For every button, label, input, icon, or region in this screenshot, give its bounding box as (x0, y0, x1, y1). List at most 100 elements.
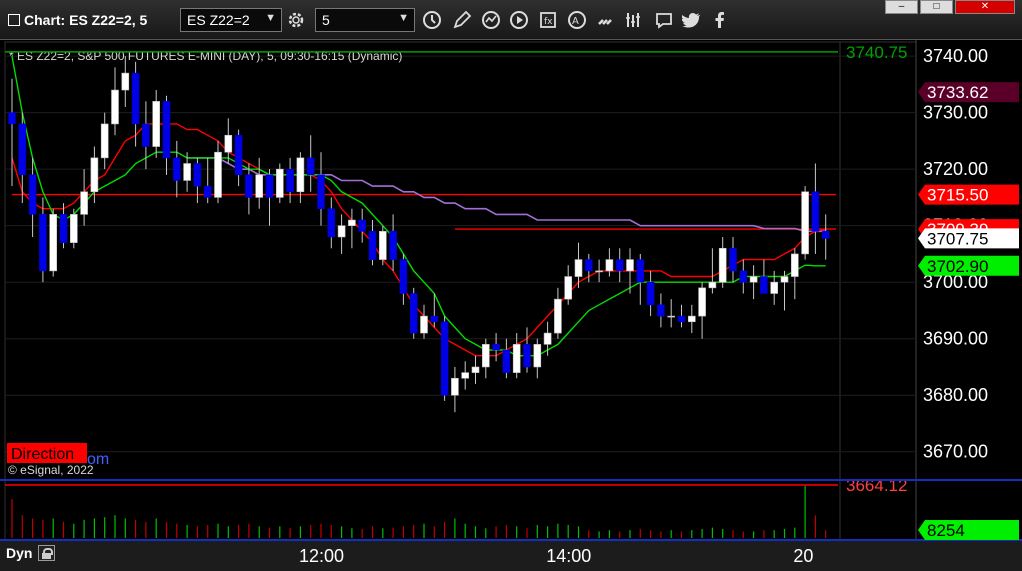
symbol-value: ES Z22=2 (187, 12, 250, 28)
symbol-combo[interactable]: ES Z22=2 ▼ (180, 8, 282, 32)
up-candle (574, 259, 583, 277)
down-candle (440, 321, 449, 396)
down-candle (646, 281, 655, 306)
window-title: Chart: ES Z22=2, 5 (8, 12, 147, 28)
up-candle (337, 225, 346, 238)
close-button[interactable]: ✕ (955, 0, 1015, 14)
price-tag-label: 3733.62 (927, 83, 988, 102)
down-candle (286, 168, 294, 193)
facebook-icon[interactable] (708, 8, 732, 32)
up-candle (481, 344, 490, 368)
up-candle (718, 247, 727, 283)
chart-study-icon[interactable]: fx (536, 8, 560, 32)
down-candle (234, 134, 243, 176)
price-tick-label: 3720.00 (923, 159, 988, 179)
price-tick-label: 3690.00 (923, 329, 988, 349)
down-candle (409, 293, 418, 334)
down-candle (739, 270, 748, 283)
volume-value-label: 8254 (927, 521, 965, 540)
dynamic-mode-label[interactable]: Dyn (6, 545, 32, 561)
down-candle (811, 191, 820, 232)
settings-gear-icon[interactable] (284, 8, 308, 32)
minimize-button[interactable]: – (885, 0, 918, 14)
direction-suffix: om (87, 451, 109, 468)
down-candle (821, 231, 830, 239)
chart-toolbar: Chart: ES Z22=2, 5 ES Z22=2 ▼ 5 ▼ fx A –… (0, 0, 1022, 40)
up-candle (121, 72, 130, 91)
time-tick-label: 20 (793, 546, 813, 566)
down-candle (502, 349, 511, 373)
up-candle (420, 315, 428, 334)
up-candle (49, 214, 58, 272)
down-candle (8, 112, 16, 125)
maximize-button[interactable]: □ (920, 0, 953, 14)
price-tick-label: 3680.00 (923, 385, 988, 405)
twitter-icon[interactable] (680, 8, 704, 32)
clock-icon[interactable] (420, 8, 444, 32)
direction-label: Direction (11, 446, 74, 463)
alert-icon[interactable]: A (565, 8, 589, 32)
chevron-down-icon[interactable]: ▼ (398, 12, 409, 24)
down-candle (39, 214, 47, 272)
down-candle (131, 72, 140, 125)
level-value-label: 3740.75 (846, 43, 907, 62)
up-candle (214, 151, 222, 198)
pencil-icon[interactable] (450, 8, 474, 32)
interval-combo[interactable]: 5 ▼ (315, 8, 415, 32)
up-candle (255, 174, 263, 198)
time-tick-label: 12:00 (299, 546, 344, 566)
up-candle (687, 315, 696, 323)
time-axis-panel (0, 540, 1022, 571)
up-candle (224, 134, 233, 153)
up-candle (471, 366, 480, 373)
cycle-icon[interactable] (479, 8, 503, 32)
down-candle (399, 259, 408, 294)
down-candle (584, 259, 593, 272)
price-tick-label: 3670.00 (923, 442, 988, 462)
down-candle (657, 304, 665, 317)
up-candle (698, 287, 706, 317)
play-icon[interactable] (507, 8, 531, 32)
up-candle (348, 219, 356, 226)
up-candle (533, 344, 542, 368)
down-candle (430, 315, 439, 323)
down-candle (162, 101, 171, 159)
down-candle (729, 247, 737, 272)
up-candle (152, 101, 160, 147)
down-candle (193, 163, 202, 187)
chevron-down-icon[interactable]: ▼ (265, 12, 276, 24)
lock-icon[interactable] (38, 545, 55, 561)
comment-icon[interactable] (652, 8, 676, 32)
up-candle (554, 298, 562, 334)
up-candle (296, 157, 305, 193)
up-candle (378, 231, 387, 260)
price-tag-label: 3715.50 (927, 186, 988, 205)
down-candle (173, 157, 181, 181)
up-candle (780, 276, 789, 283)
chart-legend: * ES Z22=2, S&P 500 FUTURES E-MINI (DAY)… (9, 49, 402, 63)
up-candle (605, 259, 614, 272)
up-candle (770, 281, 779, 294)
up-candle (90, 157, 99, 193)
down-candle (245, 174, 253, 198)
price-tick-label: 3730.00 (923, 103, 988, 123)
up-candle (667, 315, 676, 318)
copyright-label: © eSignal, 2022 (8, 463, 94, 477)
price-chart[interactable]: 3740.003730.003720.003710.003700.003690.… (0, 40, 1022, 571)
down-candle (28, 174, 37, 215)
link-icon[interactable] (593, 8, 617, 32)
bars-icon[interactable] (621, 8, 645, 32)
up-candle (626, 259, 634, 272)
time-tick-label: 14:00 (546, 546, 591, 566)
down-candle (368, 231, 377, 260)
down-candle (59, 214, 68, 243)
down-candle (265, 174, 274, 198)
up-candle (80, 191, 88, 215)
down-candle (317, 174, 325, 210)
down-candle (203, 185, 212, 198)
down-candle (18, 123, 27, 176)
down-candle (523, 344, 531, 368)
svg-text:fx: fx (544, 17, 553, 27)
up-candle (183, 163, 191, 181)
down-candle (492, 344, 500, 351)
